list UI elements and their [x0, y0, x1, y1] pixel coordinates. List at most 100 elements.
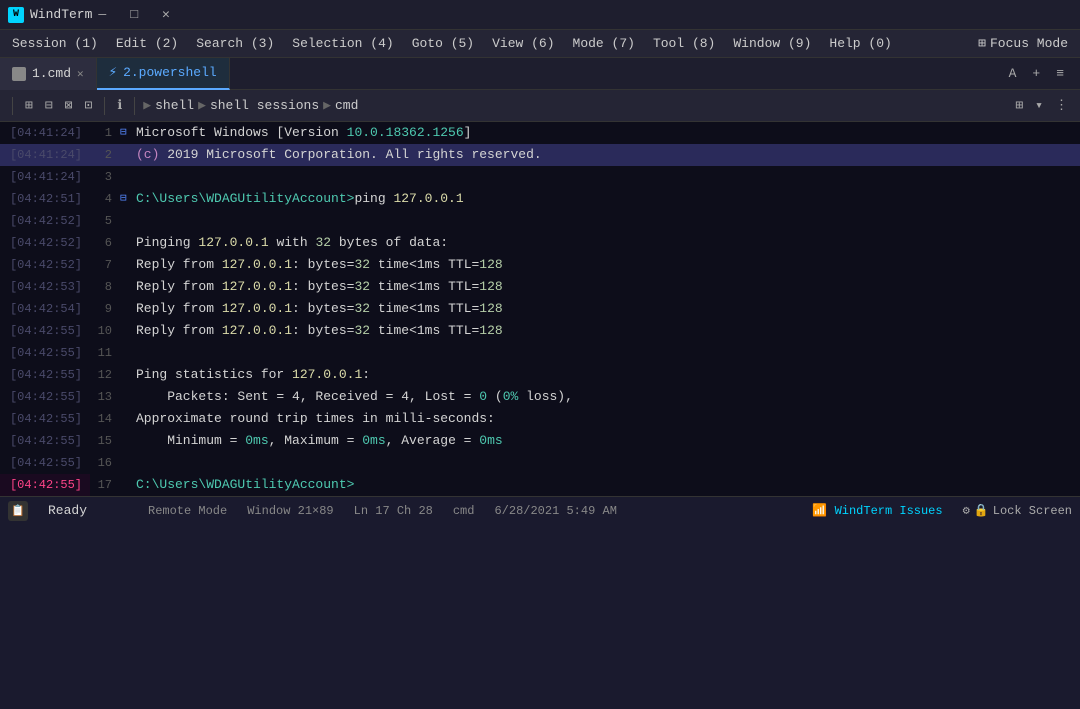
toolbar-split-v[interactable]: ⊠ — [61, 96, 77, 115]
line-timestamp: [04:42:52] — [0, 210, 90, 232]
new-tab-button[interactable]: + — [1028, 64, 1044, 83]
statusbar-icon[interactable]: 📋 — [8, 501, 28, 521]
menu-goto[interactable]: Goto (5) — [404, 34, 482, 53]
toolbar-info-button[interactable]: ℹ — [113, 96, 126, 115]
toolbar-collapse-button[interactable]: ▾ — [1031, 96, 1047, 115]
menu-view[interactable]: View (6) — [484, 34, 562, 53]
table-row: [04:42:52] 5 — [0, 210, 1080, 232]
table-row: [04:42:55] 11 — [0, 342, 1080, 364]
line-number: 1 — [90, 122, 120, 144]
menu-tool[interactable]: Tool (8) — [645, 34, 723, 53]
statusbar-issues-link[interactable]: 📶 WindTerm Issues — [812, 503, 942, 518]
line-timestamp: [04:42:54] — [0, 298, 90, 320]
line-content: Minimum = 0ms, Maximum = 0ms, Average = … — [134, 430, 1080, 452]
menu-selection[interactable]: Selection (4) — [284, 34, 401, 53]
table-row: [04:41:24] 3 — [0, 166, 1080, 188]
statusbar-datetime: 6/28/2021 5:49 AM — [494, 504, 616, 518]
issues-label[interactable]: WindTerm Issues — [835, 504, 943, 518]
table-row: [04:42:52] 7 Reply from 127.0.0.1: bytes… — [0, 254, 1080, 276]
toolbar-separator-3 — [134, 97, 135, 115]
tab-cmd-label: 1.cmd — [32, 66, 71, 81]
table-row: [04:42:52] 6 Pinging 127.0.0.1 with 32 b… — [0, 232, 1080, 254]
statusbar-ready: Ready — [48, 503, 128, 518]
line-number: 15 — [90, 430, 120, 452]
toolbar-more-button[interactable]: ⋮ — [1051, 96, 1072, 115]
line-timestamp: [04:42:55] — [0, 430, 90, 452]
line-timestamp: [04:42:55] — [0, 452, 90, 474]
menu-help[interactable]: Help (0) — [821, 34, 899, 53]
lock-icon: 🔒 — [974, 503, 989, 518]
powershell-icon: ⚡ — [109, 64, 117, 81]
tab-ps-label: 2.powershell — [123, 65, 217, 80]
line-content: Reply from 127.0.0.1: bytes=32 time<1ms … — [134, 276, 1080, 298]
toolbar: ⊞ ⊟ ⊠ ⊡ ℹ ▶ shell ▶ shell sessions ▶ cmd… — [0, 90, 1080, 122]
statusbar-shell: cmd — [453, 504, 475, 518]
line-timestamp: [04:41:24] — [0, 166, 90, 188]
tab-menu-button[interactable]: ≡ — [1052, 64, 1068, 83]
line-timestamp: [04:42:52] — [0, 254, 90, 276]
line-timestamp: [04:42:55] — [0, 320, 90, 342]
tabbar: 1.cmd ✕ ⚡ 2.powershell A + ≡ — [0, 58, 1080, 90]
line-timestamp-active: [04:42:55] — [0, 474, 90, 496]
menu-mode[interactable]: Mode (7) — [565, 34, 643, 53]
line-content: Reply from 127.0.0.1: bytes=32 time<1ms … — [134, 320, 1080, 342]
line-content: Reply from 127.0.0.1: bytes=32 time<1ms … — [134, 298, 1080, 320]
table-row: [04:42:55] 13 Packets: Sent = 4, Receive… — [0, 386, 1080, 408]
menubar: Session (1) Edit (2) Search (3) Selectio… — [0, 30, 1080, 58]
menu-window[interactable]: Window (9) — [725, 34, 819, 53]
breadcrumb: ▶ shell ▶ shell sessions ▶ cmd — [143, 98, 1007, 113]
breadcrumb-shell-sessions[interactable]: shell sessions — [210, 98, 319, 113]
toolbar-split-h[interactable]: ⊟ — [41, 96, 57, 115]
line-timestamp: [04:42:52] — [0, 232, 90, 254]
focus-mode-icon: ⊞ — [978, 36, 986, 51]
line-content: C:\Users\WDAGUtilityAccount>ping 127.0.0… — [134, 188, 1080, 210]
tab-cmd-close[interactable]: ✕ — [77, 67, 84, 81]
breadcrumb-shell[interactable]: shell — [155, 98, 194, 113]
breadcrumb-sep-2: ▶ — [323, 98, 331, 113]
line-number: 10 — [90, 320, 120, 342]
menu-edit[interactable]: Edit (2) — [108, 34, 186, 53]
line-content: Approximate round trip times in milli-se… — [134, 408, 1080, 430]
table-row: [04:41:24] 2 (c) 2019 Microsoft Corporat… — [0, 144, 1080, 166]
breadcrumb-cmd[interactable]: cmd — [335, 98, 358, 113]
table-row: [04:42:55] 10 Reply from 127.0.0.1: byte… — [0, 320, 1080, 342]
table-row: [04:42:55] 17 C:\Users\WDAGUtilityAccoun… — [0, 474, 1080, 496]
titlebar: W WindTerm — □ ✕ — [0, 0, 1080, 30]
table-row: [04:42:53] 8 Reply from 127.0.0.1: bytes… — [0, 276, 1080, 298]
line-content: Packets: Sent = 4, Received = 4, Lost = … — [134, 386, 1080, 408]
breadcrumb-sep-1: ▶ — [198, 98, 206, 113]
line-number: 4 — [90, 188, 120, 210]
statusbar-lock[interactable]: ⚙ 🔒 Lock Screen — [963, 503, 1072, 518]
tab-powershell[interactable]: ⚡ 2.powershell — [97, 58, 230, 90]
statusbar: 📋 Ready Remote Mode Window 21×89 Ln 17 C… — [0, 496, 1080, 524]
line-number: 9 — [90, 298, 120, 320]
line-content: C:\Users\WDAGUtilityAccount> — [134, 474, 1080, 496]
terminal[interactable]: [04:41:24] 1 ⊟ Microsoft Windows [Versio… — [0, 122, 1080, 496]
app-icon: W — [8, 7, 24, 23]
line-timestamp: [04:42:55] — [0, 386, 90, 408]
line-number: 3 — [90, 166, 120, 188]
focus-mode-button[interactable]: ⊞ Focus Mode — [970, 34, 1076, 53]
menu-search[interactable]: Search (3) — [188, 34, 282, 53]
close-button[interactable]: ✕ — [156, 5, 176, 24]
toolbar-split-r[interactable]: ⊡ — [80, 96, 96, 115]
maximize-button[interactable]: □ — [124, 5, 144, 24]
tab-cmd[interactable]: 1.cmd ✕ — [0, 58, 97, 90]
minimize-button[interactable]: — — [92, 5, 112, 24]
line-timestamp: [04:41:24] — [0, 122, 90, 144]
toolbar-new-button[interactable]: ⊞ — [21, 96, 37, 115]
line-number: 5 — [90, 210, 120, 232]
line-number: 13 — [90, 386, 120, 408]
font-size-button[interactable]: A — [1005, 64, 1021, 83]
toolbar-separator-2 — [104, 97, 105, 115]
toolbar-separator-1 — [12, 97, 13, 115]
line-number: 11 — [90, 342, 120, 364]
line-number: 8 — [90, 276, 120, 298]
line-content: Reply from 127.0.0.1: bytes=32 time<1ms … — [134, 254, 1080, 276]
toolbar-expand-button[interactable]: ⊞ — [1011, 96, 1027, 115]
line-number: 2 — [90, 144, 120, 166]
line-number: 7 — [90, 254, 120, 276]
menu-session[interactable]: Session (1) — [4, 34, 106, 53]
terminal-content: [04:41:24] 1 ⊟ Microsoft Windows [Versio… — [0, 122, 1080, 496]
tab-actions: A + ≡ — [1005, 64, 1080, 83]
